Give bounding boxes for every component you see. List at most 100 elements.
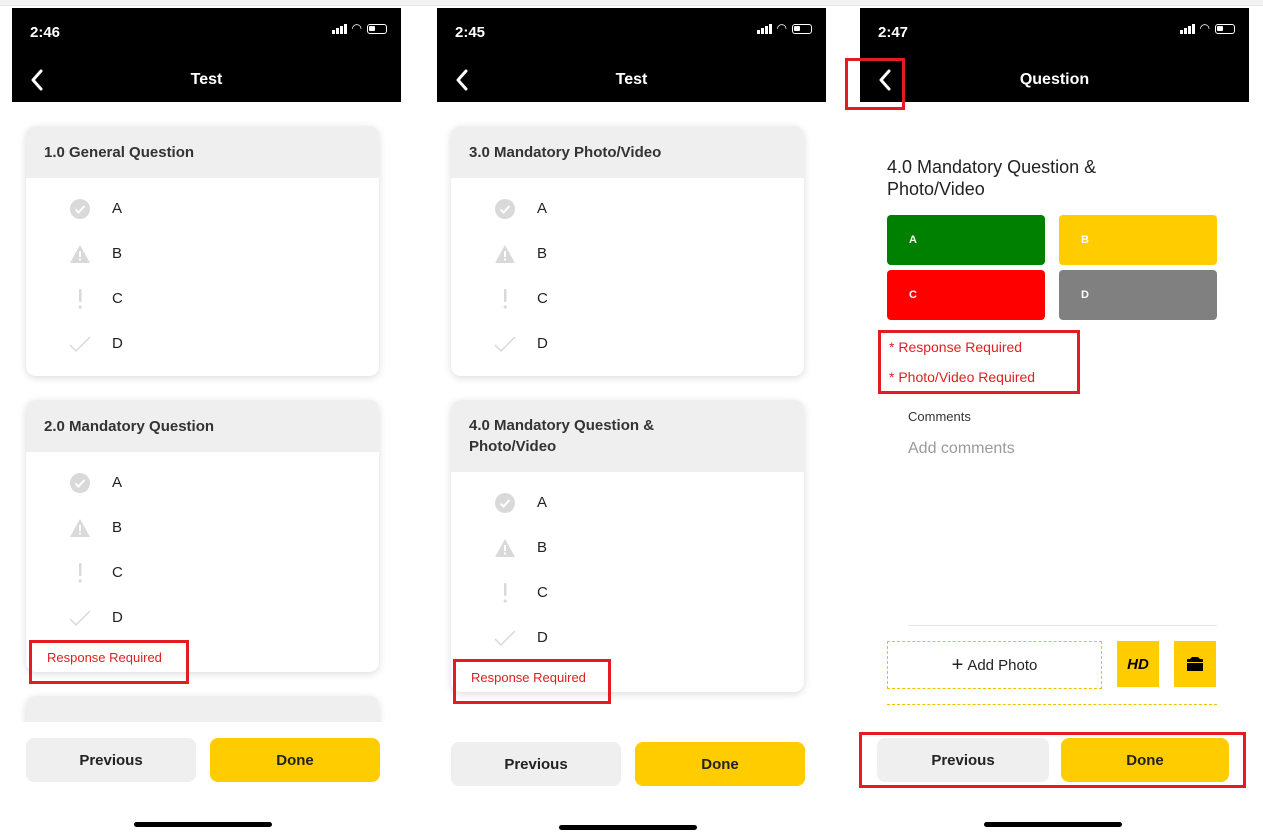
option-label: D (537, 335, 548, 352)
option-b[interactable]: B (26, 231, 379, 276)
option-label: A (537, 494, 548, 511)
page-title: Test (615, 71, 648, 88)
wifi-icon: ◠ (351, 21, 362, 35)
option-c[interactable]: C (26, 550, 379, 595)
warning-triangle-icon (68, 242, 92, 266)
camera-button[interactable] (1174, 641, 1216, 687)
camera-icon (1187, 657, 1203, 671)
checkmark-icon (68, 606, 92, 630)
option-label: D (112, 335, 123, 352)
option-a[interactable]: A (26, 186, 379, 231)
option-d[interactable]: D (451, 321, 804, 366)
nav-bar: Question (860, 60, 1249, 102)
plus-icon: + (951, 653, 964, 676)
option-label: D (112, 609, 123, 626)
checkmark-icon (68, 332, 92, 356)
previous-button[interactable]: Previous (877, 738, 1049, 782)
check-circle-icon (493, 197, 517, 221)
top-divider (0, 0, 1263, 6)
option-d[interactable]: D (26, 595, 379, 640)
option-c[interactable]: C (26, 276, 379, 321)
comments-label: Comments (908, 409, 971, 424)
question-card: 3.0 Mandatory Photo/Video A B C D (451, 126, 804, 376)
option-label: B (537, 539, 548, 556)
option-a[interactable]: A (26, 460, 379, 505)
option-b[interactable]: B (451, 525, 804, 570)
previous-button[interactable]: Previous (26, 738, 196, 782)
option-label: A (112, 474, 123, 491)
status-time: 2:45 (455, 24, 486, 41)
battery-icon (367, 24, 387, 34)
option-a[interactable]: A (451, 186, 804, 231)
option-b[interactable]: B (26, 505, 379, 550)
done-button[interactable]: Done (210, 738, 380, 782)
response-required-error: Response Required (47, 650, 162, 665)
checkmark-icon (493, 332, 517, 356)
exclamation-icon (68, 287, 92, 311)
exclamation-icon (493, 581, 517, 605)
warning-triangle-icon (493, 242, 517, 266)
done-button[interactable]: Done (1061, 738, 1229, 782)
footer-actions: Previous Done (12, 726, 401, 786)
option-label: C (537, 584, 548, 601)
question-header: 1.0 General Question (26, 126, 379, 178)
signal-icon (332, 23, 347, 34)
page-title: Test (190, 71, 223, 88)
response-option-c[interactable]: C (887, 270, 1045, 320)
question-card-partial (26, 696, 379, 722)
option-label: B (537, 245, 548, 262)
question-header: 2.0 Mandatory Question (26, 400, 379, 452)
status-time: 2:46 (30, 24, 61, 41)
response-option-d[interactable]: D (1059, 270, 1217, 320)
response-option-b[interactable]: B (1059, 215, 1217, 265)
response-required-error: * Response Required (889, 339, 1023, 355)
option-list: A B C D (451, 178, 804, 366)
photo-required-error: * Photo/Video Required (889, 369, 1036, 385)
check-circle-icon (68, 471, 92, 495)
footer-actions: Previous Done (860, 726, 1249, 786)
home-indicator (984, 822, 1122, 827)
phone-screen-1: 2:46 ◠ Test 1.0 General Question A B C D… (12, 8, 401, 833)
option-label: A (537, 200, 548, 217)
response-option-a[interactable]: A (887, 215, 1045, 265)
status-icons: ◠ (757, 21, 812, 35)
question-header: 4.0 Mandatory Question & Photo/Video (451, 400, 804, 472)
home-indicator (134, 822, 272, 827)
question-list[interactable]: 3.0 Mandatory Photo/Video A B C D 4.0 Ma… (437, 102, 826, 722)
question-title: 4.0 Mandatory Question & Photo/Video (887, 157, 1097, 199)
option-a[interactable]: A (451, 480, 804, 525)
response-required-error: Response Required (471, 670, 586, 685)
option-d[interactable]: D (451, 615, 804, 660)
warning-triangle-icon (68, 516, 92, 540)
question-card: 4.0 Mandatory Question & Photo/Video A B… (451, 400, 804, 692)
option-label: A (112, 200, 123, 217)
status-icons: ◠ (1180, 22, 1235, 34)
previous-button[interactable]: Previous (451, 742, 621, 786)
question-card: 2.0 Mandatory Question A B C D Response … (26, 400, 379, 672)
signal-icon (757, 23, 772, 34)
hd-button[interactable]: HD (1117, 641, 1159, 687)
exclamation-icon (68, 561, 92, 585)
divider (908, 625, 1217, 626)
question-list[interactable]: 1.0 General Question A B C D 2.0 Mandato… (12, 102, 401, 722)
done-button[interactable]: Done (635, 742, 805, 786)
status-bar: 2:45 ◠ (437, 8, 826, 60)
warning-triangle-icon (493, 536, 517, 560)
comments-input[interactable]: Add comments (908, 440, 1015, 458)
option-d[interactable]: D (26, 321, 379, 366)
nav-bar: Test (437, 60, 826, 102)
add-photo-button[interactable]: + Add Photo (887, 641, 1102, 689)
check-circle-icon (493, 491, 517, 515)
option-label: C (537, 290, 548, 307)
status-bar: 2:46 ◠ (12, 8, 401, 60)
option-label: B (112, 245, 123, 262)
option-c[interactable]: C (451, 276, 804, 321)
option-b[interactable]: B (451, 231, 804, 276)
checkmark-icon (493, 626, 517, 650)
option-c[interactable]: C (451, 570, 804, 615)
status-icons: ◠ (332, 21, 387, 35)
question-header: 3.0 Mandatory Photo/Video (451, 126, 804, 178)
wifi-icon: ◠ (776, 21, 787, 35)
phone-screen-2: 2:45 ◠ Test 3.0 Mandatory Photo/Video A … (437, 8, 826, 833)
exclamation-icon (493, 287, 517, 311)
